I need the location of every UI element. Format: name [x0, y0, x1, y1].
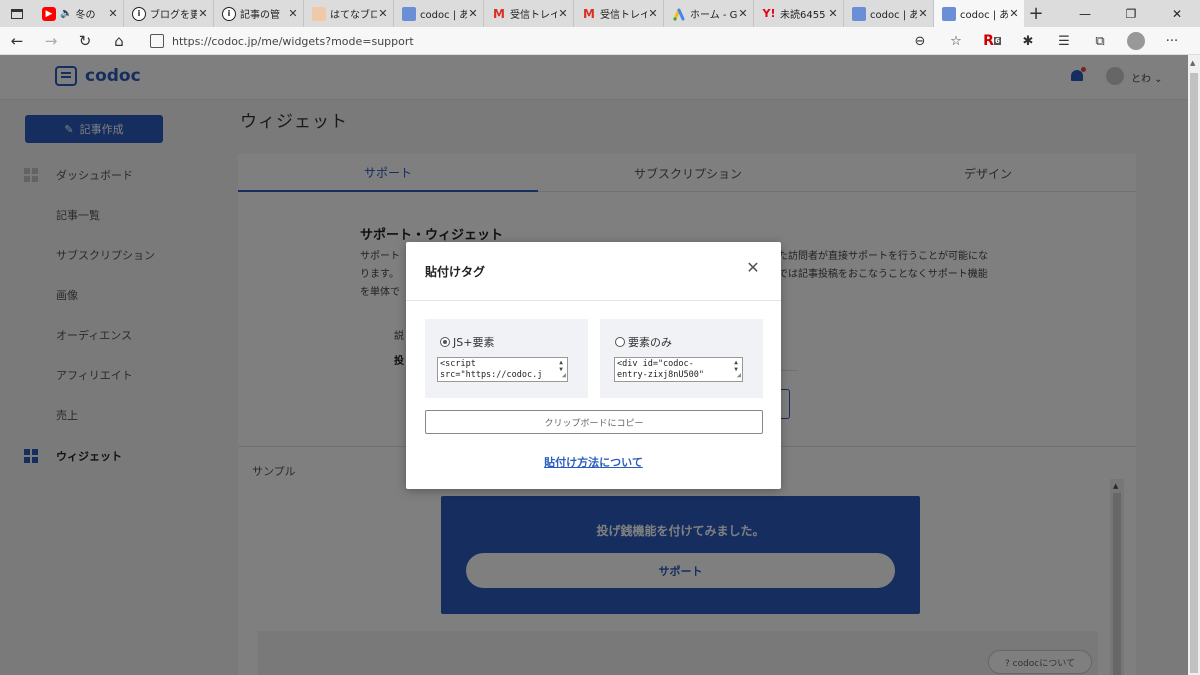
browser-tab[interactable]: i ブログを更 ✕ [124, 0, 214, 27]
option-js-element: JS+要素 <script src="https://codoc.j ▲ ▼ ◢ [425, 319, 588, 398]
howto-paste-link[interactable]: 貼付け方法について [406, 454, 781, 470]
url-field[interactable]: https://codoc.jp/me/widgets?mode=support [150, 30, 980, 52]
close-window-icon[interactable]: ✕ [1154, 0, 1200, 27]
page-scrollbar[interactable]: ▲ [1188, 55, 1200, 675]
close-icon[interactable]: ✕ [745, 260, 761, 276]
profile-avatar[interactable] [1127, 32, 1145, 50]
back-icon[interactable]: ← [0, 27, 34, 55]
gmail-icon: M [583, 6, 595, 21]
close-icon[interactable]: ✕ [1008, 7, 1020, 20]
browser-tab[interactable]: i 記事の管 ✕ [214, 0, 304, 27]
browser-tab[interactable]: codoc | あ ✕ [844, 0, 934, 27]
divider [406, 300, 781, 301]
browser-tab[interactable]: はてなブロ ✕ [304, 0, 394, 27]
info-icon: i [132, 6, 146, 21]
close-icon[interactable]: ✕ [377, 7, 389, 20]
window-menu-icon[interactable] [0, 0, 34, 27]
browser-tab[interactable]: M 受信トレイ ✕ [574, 0, 664, 27]
close-icon[interactable]: ✕ [827, 7, 839, 20]
google-ads-icon [672, 7, 686, 21]
scroll-up-icon[interactable]: ▲ [1190, 59, 1195, 67]
codoc-icon [852, 6, 866, 21]
more-menu-icon[interactable]: ··· [1154, 27, 1190, 55]
forward-icon[interactable]: → [34, 27, 68, 55]
close-icon[interactable]: ✕ [737, 7, 749, 20]
browser-tab[interactable]: ホーム - G ✕ [664, 0, 754, 27]
speaker-icon[interactable]: 🔈 [60, 8, 72, 19]
close-icon[interactable]: ✕ [917, 7, 929, 20]
modal-title: 貼付けタグ [425, 265, 486, 279]
maximize-icon[interactable]: ❐ [1108, 0, 1154, 27]
codoc-icon [942, 6, 956, 21]
code-textarea-js[interactable]: <script src="https://codoc.j ▲ ▼ ◢ [437, 357, 568, 382]
extension-r-icon[interactable]: R6 [974, 27, 1010, 55]
new-tab-button[interactable]: + [1024, 0, 1048, 27]
paste-tag-modal: 貼付けタグ ✕ JS+要素 <script src="https://codoc… [406, 242, 781, 489]
codoc-icon [402, 6, 416, 21]
radio-element-only[interactable]: 要素のみ [615, 334, 672, 350]
browser-tab[interactable]: codoc | あ ✕ [394, 0, 484, 27]
refresh-icon[interactable]: ↻ [68, 27, 102, 55]
gmail-icon: M [493, 6, 505, 21]
window-controls: — ❐ ✕ [1062, 0, 1200, 27]
home-icon[interactable]: ⌂ [102, 27, 136, 55]
browser-tab-active[interactable]: codoc | あ ✕ [934, 0, 1024, 27]
option-element-only: 要素のみ <div id="codoc- entry-zixj8nU500" ▲ ▼… [600, 319, 763, 398]
url-text: https://codoc.jp/me/widgets?mode=support [172, 34, 414, 48]
browser-tab[interactable]: ▶ 🔈 冬の ✕ [34, 0, 124, 27]
close-icon[interactable]: ✕ [197, 7, 209, 20]
browser-tab-bar: ▶ 🔈 冬の ✕ i ブログを更 ✕ i 記事の管 ✕ はてなブロ ✕ codoc | あ ✕ M… [0, 0, 1200, 27]
youtube-icon: ▶ [42, 6, 56, 21]
radio-unchecked-icon[interactable] [615, 337, 625, 347]
close-icon[interactable]: ✕ [107, 7, 119, 20]
resize-grip-icon[interactable]: ◢ [562, 370, 566, 381]
favorites-list-icon[interactable]: ☰ [1046, 27, 1082, 55]
extensions-puzzle-icon[interactable]: ✱ [1010, 27, 1046, 55]
close-icon[interactable]: ✕ [647, 7, 659, 20]
resize-grip-icon[interactable]: ◢ [737, 370, 741, 381]
favorite-star-icon[interactable]: ☆ [938, 27, 974, 55]
minimize-icon[interactable]: — [1062, 0, 1108, 27]
address-bar: ← → ↻ ⌂ https://codoc.jp/me/widgets?mode… [0, 27, 1200, 55]
collections-icon[interactable]: ⧉ [1082, 27, 1118, 55]
close-icon[interactable]: ✕ [557, 7, 569, 20]
zoom-icon[interactable]: ⊖ [902, 27, 938, 55]
copy-to-clipboard-button[interactable]: クリップボードにコピー [425, 410, 763, 434]
lock-icon [150, 34, 164, 48]
browser-tab[interactable]: Y! 未読6455 ✕ [754, 0, 844, 27]
browser-tab[interactable]: M 受信トレイ ✕ [484, 0, 574, 27]
close-icon[interactable]: ✕ [467, 7, 479, 20]
radio-js-element[interactable]: JS+要素 [440, 334, 494, 350]
toolbar-icons: ⊖ ☆ R6 ✱ ☰ ⧉ ··· [902, 27, 1190, 55]
hatena-icon [312, 6, 326, 21]
yahoo-icon: Y! [762, 7, 776, 20]
close-icon[interactable]: ✕ [287, 7, 299, 20]
radio-checked-icon[interactable] [440, 337, 450, 347]
info-icon: i [222, 6, 236, 21]
code-textarea-element[interactable]: <div id="codoc- entry-zixj8nU500" ▲ ▼ ◢ [614, 357, 743, 382]
